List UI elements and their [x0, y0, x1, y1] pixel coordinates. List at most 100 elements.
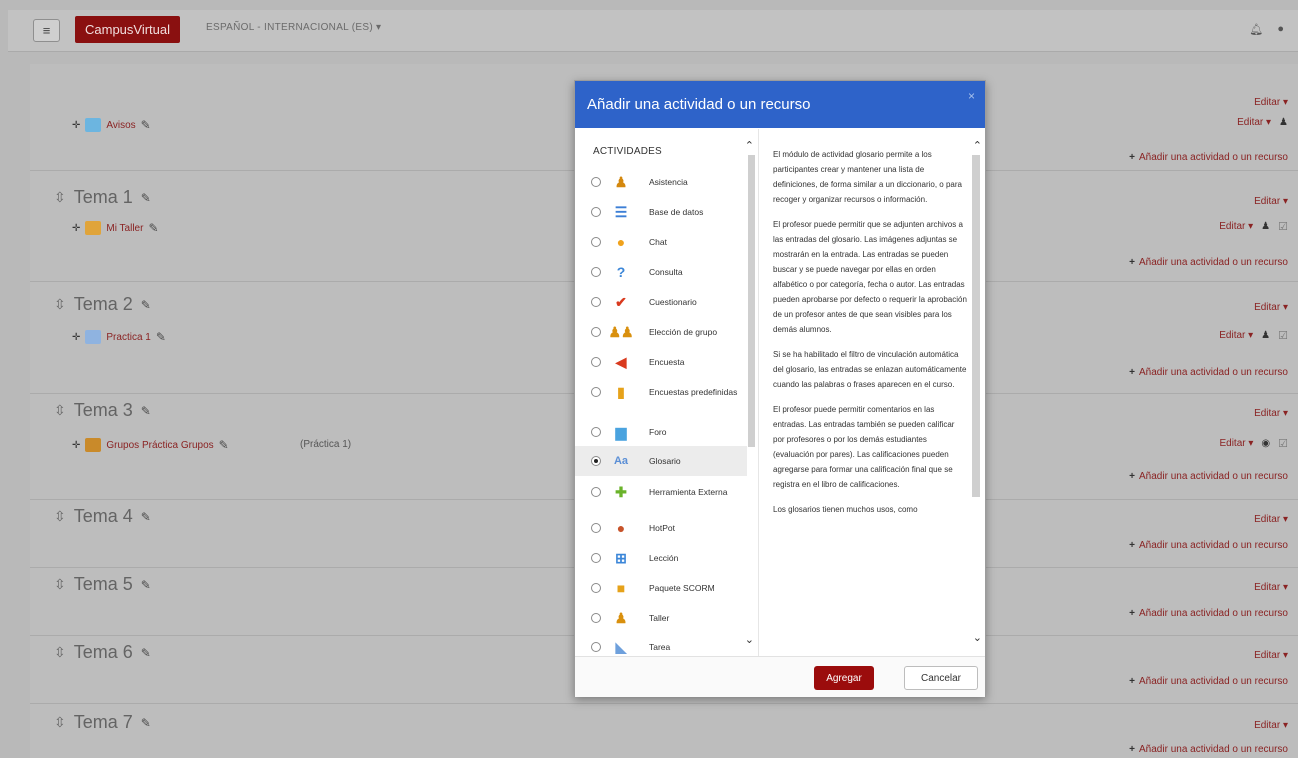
section-title-text[interactable]: Tema 1 — [74, 187, 133, 208]
activity-practica-1[interactable]: ✛ Practica 1 ✎ — [72, 330, 166, 344]
add-button[interactable]: Agregar — [814, 666, 874, 690]
pencil-icon[interactable]: ✎ — [141, 510, 151, 524]
user-icon[interactable]: ♟ — [1279, 117, 1288, 128]
radio-button[interactable] — [591, 427, 601, 437]
section-edit-menu[interactable]: Editar ▾ — [1254, 196, 1288, 207]
scroll-up-icon[interactable]: ⌃ — [973, 139, 982, 152]
activity-label[interactable]: Grupos Práctica Grupos — [106, 440, 213, 451]
section-edit-menu[interactable]: Editar ▾ — [1254, 408, 1288, 419]
section-title-text[interactable]: Tema 6 — [74, 642, 133, 663]
section-edit-menu[interactable]: Editar ▾ — [1254, 582, 1288, 593]
radio-button[interactable] — [591, 357, 601, 367]
option-taller[interactable]: ♟ Taller — [575, 603, 747, 633]
activity-edit-menu[interactable]: Editar ▾ — [1237, 117, 1271, 128]
section-edit-menu[interactable]: Editar ▾ — [1254, 302, 1288, 313]
radio-button[interactable] — [591, 523, 601, 533]
add-activity-link[interactable]: + Añadir una actividad o un recurso — [1129, 152, 1288, 163]
section-title-text[interactable]: Tema 2 — [74, 294, 133, 315]
option-cuestionario[interactable]: ✔ Cuestionario — [575, 287, 747, 317]
section-edit-menu[interactable]: Editar ▾ — [1254, 514, 1288, 525]
option-encuestas-predefinidas[interactable]: ▮ Encuestas predefinidas — [575, 377, 747, 407]
add-activity-link[interactable]: + Añadir una actividad o un recurso — [1129, 744, 1288, 755]
option-asistencia[interactable]: ♟ Asistencia — [575, 167, 747, 197]
activity-mi-taller[interactable]: ✛ Mi Taller ✎ — [72, 221, 159, 235]
list-scrollbar[interactable] — [748, 155, 755, 447]
section-title-text[interactable]: Tema 3 — [74, 400, 133, 421]
pencil-icon[interactable]: ✎ — [141, 191, 151, 205]
pencil-icon[interactable]: ✎ — [156, 330, 166, 344]
section-title-text[interactable]: Tema 4 — [74, 506, 133, 527]
language-selector[interactable]: ESPAÑOL - INTERNACIONAL (ES) ▾ — [206, 22, 381, 33]
chat-icon[interactable]: ● — [1277, 23, 1284, 36]
radio-button[interactable] — [591, 583, 601, 593]
option-foro[interactable]: ▆ Foro — [575, 417, 747, 447]
activity-avisos[interactable]: ✛ Avisos ✎ — [72, 118, 151, 132]
site-brand[interactable]: CampusVirtual — [75, 16, 181, 43]
cancel-button[interactable]: Cancelar — [904, 666, 978, 690]
move-icon[interactable]: ⇳ — [54, 189, 66, 206]
pencil-icon[interactable]: ✎ — [148, 221, 158, 235]
menu-toggle-button[interactable]: ≡ — [33, 19, 60, 42]
add-activity-link[interactable]: + Añadir una actividad o un recurso — [1129, 676, 1288, 687]
bell-icon[interactable]: 🔔︎ — [1249, 23, 1263, 36]
radio-button[interactable] — [591, 177, 601, 187]
radio-button[interactable] — [591, 267, 601, 277]
radio-button[interactable] — [591, 487, 601, 497]
move-icon[interactable]: ✛ — [72, 120, 80, 131]
option-base-de-datos[interactable]: ☰ Base de datos — [575, 197, 747, 227]
pencil-icon[interactable]: ✎ — [219, 438, 229, 452]
option-paquete-scorm[interactable]: ■ Paquete SCORM — [575, 573, 747, 603]
section-edit-menu[interactable]: Editar ▾ — [1254, 97, 1288, 108]
option-chat[interactable]: ● Chat — [575, 227, 747, 257]
pencil-icon[interactable]: ✎ — [141, 404, 151, 418]
user-icon[interactable]: ♟ — [1261, 221, 1270, 232]
option-glosario[interactable]: Aa Glosario — [575, 446, 747, 476]
option-encuesta[interactable]: ◀ Encuesta — [575, 347, 747, 377]
user-icon[interactable]: ♟ — [1261, 330, 1270, 341]
move-icon[interactable]: ⇳ — [54, 576, 66, 593]
radio-button[interactable] — [591, 237, 601, 247]
move-icon[interactable]: ⇳ — [54, 644, 66, 661]
add-activity-link[interactable]: + Añadir una actividad o un recurso — [1129, 257, 1288, 268]
section-title-text[interactable]: Tema 7 — [74, 712, 133, 733]
move-icon[interactable]: ⇳ — [54, 296, 66, 313]
move-icon[interactable]: ⇳ — [54, 402, 66, 419]
checkbox-icon[interactable]: ☑ — [1278, 329, 1288, 342]
move-icon[interactable]: ⇳ — [54, 508, 66, 525]
radio-button[interactable] — [591, 642, 601, 652]
add-activity-link[interactable]: + Añadir una actividad o un recurso — [1129, 471, 1288, 482]
move-icon[interactable]: ✛ — [72, 332, 80, 343]
option-herramienta-externa[interactable]: ✚ Herramienta Externa — [575, 477, 747, 507]
activity-edit-menu[interactable]: Editar ▾ — [1219, 438, 1253, 449]
checkbox-icon[interactable]: ☑ — [1278, 437, 1288, 450]
radio-button[interactable] — [591, 613, 601, 623]
add-activity-link[interactable]: + Añadir una actividad o un recurso — [1129, 608, 1288, 619]
radio-button[interactable] — [591, 553, 601, 563]
activity-label[interactable]: Avisos — [106, 120, 135, 131]
activity-label[interactable]: Practica 1 — [106, 332, 150, 343]
move-icon[interactable]: ✛ — [72, 223, 80, 234]
add-activity-link[interactable]: + Añadir una actividad o un recurso — [1129, 540, 1288, 551]
section-edit-menu[interactable]: Editar ▾ — [1254, 650, 1288, 661]
pencil-icon[interactable]: ✎ — [141, 716, 151, 730]
activity-edit-menu[interactable]: Editar ▾ — [1219, 221, 1253, 232]
pencil-icon[interactable]: ✎ — [141, 646, 151, 660]
activity-grupos-practica[interactable]: ✛ Grupos Práctica Grupos ✎ — [72, 438, 229, 452]
move-icon[interactable]: ⇳ — [54, 714, 66, 731]
option-tarea[interactable]: ◣ Tarea — [575, 632, 747, 656]
radio-button[interactable] — [591, 207, 601, 217]
scroll-down-icon[interactable]: ⌄ — [973, 631, 982, 644]
radio-button[interactable] — [591, 297, 601, 307]
move-icon[interactable]: ✛ — [72, 440, 80, 451]
option-leccion[interactable]: ⊞ Lección — [575, 543, 747, 573]
pencil-icon[interactable]: ✎ — [141, 578, 151, 592]
radio-button[interactable] — [591, 327, 601, 337]
section-title-text[interactable]: Tema 5 — [74, 574, 133, 595]
option-hotpot[interactable]: ● HotPot — [575, 513, 747, 543]
activity-label[interactable]: Mi Taller — [106, 223, 143, 234]
add-activity-link[interactable]: + Añadir una actividad o un recurso — [1129, 367, 1288, 378]
description-scrollbar[interactable] — [972, 155, 980, 497]
close-icon[interactable]: × — [968, 89, 975, 103]
radio-button-selected[interactable] — [591, 456, 601, 466]
section-edit-menu[interactable]: Editar ▾ — [1254, 720, 1288, 731]
